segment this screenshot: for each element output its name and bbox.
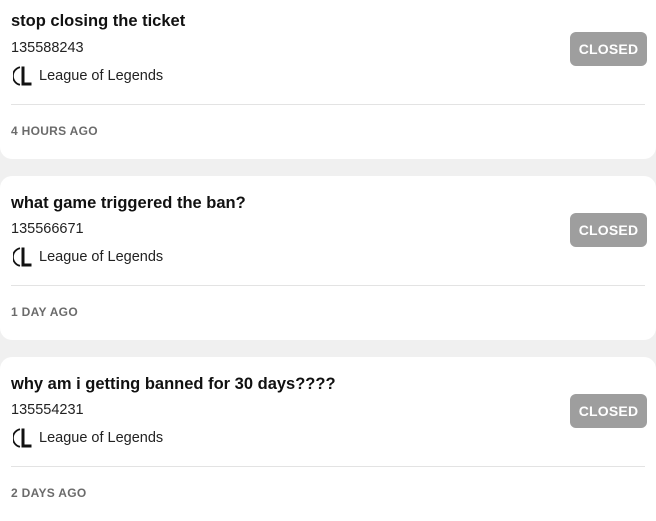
ticket-timestamp: 2 DAYS AGO — [11, 486, 87, 500]
ticket-timestamp: 1 DAY AGO — [11, 305, 78, 319]
status-badge: CLOSED — [570, 394, 647, 428]
ticket-id: 135588243 — [11, 40, 84, 56]
divider — [11, 285, 645, 286]
divider — [11, 104, 645, 105]
status-badge: CLOSED — [570, 213, 647, 247]
league-of-legends-icon — [13, 247, 32, 267]
game-name: League of Legends — [39, 68, 164, 84]
league-of-legends-icon — [13, 66, 32, 86]
league-of-legends-icon — [13, 428, 32, 448]
ticket-title[interactable]: what game triggered the ban? — [11, 194, 246, 213]
status-badge: CLOSED — [570, 32, 647, 66]
ticket-card[interactable]: what game triggered the ban? 135566671 L… — [0, 176, 656, 340]
divider — [11, 466, 645, 467]
game-name: League of Legends — [39, 430, 164, 446]
ticket-card[interactable]: stop closing the ticket 135588243 League… — [0, 0, 656, 159]
ticket-game: League of Legends — [13, 427, 163, 449]
ticket-id: 135554231 — [11, 402, 84, 418]
ticket-game: League of Legends — [13, 65, 163, 87]
game-name: League of Legends — [39, 249, 164, 265]
ticket-game: League of Legends — [13, 246, 163, 268]
ticket-title[interactable]: stop closing the ticket — [11, 12, 185, 31]
ticket-timestamp: 4 HOURS AGO — [11, 124, 98, 138]
ticket-id: 135566671 — [11, 221, 84, 237]
ticket-title[interactable]: why am i getting banned for 30 days???? — [11, 375, 336, 394]
ticket-card[interactable]: why am i getting banned for 30 days???? … — [0, 357, 656, 521]
